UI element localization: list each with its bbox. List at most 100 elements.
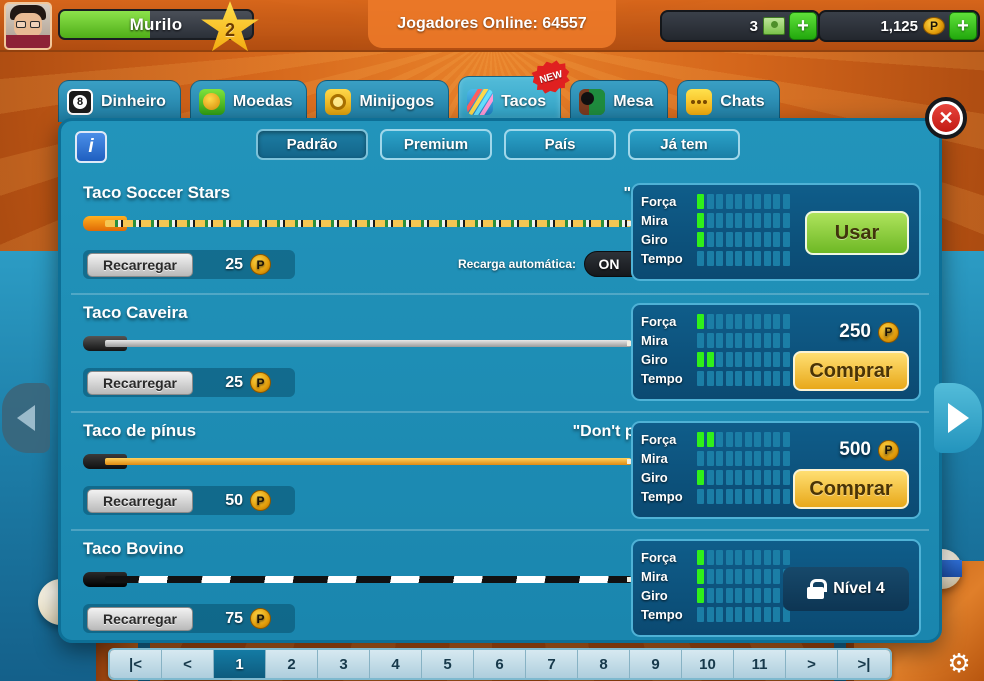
stat-label: Força — [641, 432, 677, 447]
stat-row-forca: Força — [641, 430, 790, 449]
filter-tab-1[interactable]: Premium — [380, 129, 492, 160]
cue-name: Taco Bovino — [83, 539, 184, 558]
stat-segment — [697, 213, 704, 228]
filter-tab-0[interactable]: Padrão — [256, 129, 368, 160]
tab-minijogos[interactable]: Minijogos — [316, 80, 450, 122]
stat-segment — [773, 314, 780, 329]
stat-segment — [725, 451, 733, 466]
prev-arrow-button[interactable] — [2, 383, 50, 453]
stat-segment — [763, 470, 771, 485]
stat-row-tempo: Tempo — [641, 249, 790, 268]
cue-name: Taco Soccer Stars — [83, 183, 231, 202]
coins-balance[interactable]: 1,125 + — [818, 10, 980, 42]
stat-segment — [773, 213, 780, 228]
recharge-button[interactable]: Recarregar — [87, 252, 193, 277]
table-icon — [579, 88, 606, 115]
price-value: 250 — [839, 321, 871, 342]
recharge-button[interactable]: Recarregar — [87, 606, 193, 631]
recharge-section: Recarregar 25 — [83, 368, 295, 397]
stat-segment — [754, 588, 761, 603]
cue-row[interactable]: Taco Bovino"Moo!"50/50Recarregar75ForçaM… — [71, 529, 929, 641]
stat-segment — [782, 232, 790, 247]
stat-segment — [754, 607, 761, 622]
stat-segment — [706, 588, 714, 603]
cue-stats-panel: Força Mira Giro Tempo 500 Comprar — [631, 421, 921, 519]
pagination-item-2[interactable]: 1 — [214, 650, 266, 678]
stat-segment — [716, 232, 723, 247]
pagination-item-6[interactable]: 5 — [422, 650, 474, 678]
stat-segment — [735, 569, 742, 584]
stat-segment — [744, 588, 752, 603]
stat-segment — [706, 607, 714, 622]
add-cash-button[interactable]: + — [789, 12, 817, 40]
cue-row[interactable]: Taco Caveira"Cracking!"50/50Recarregar25… — [71, 293, 929, 405]
coin-icon — [878, 321, 899, 343]
pagination-item-12[interactable]: 11 — [734, 650, 786, 678]
stat-label: Força — [641, 550, 677, 565]
use-button[interactable]: Usar — [805, 211, 909, 255]
pagination-item-0[interactable]: |< — [110, 650, 162, 678]
pagination-item-8[interactable]: 7 — [526, 650, 578, 678]
avatar-glasses-left — [16, 21, 26, 28]
close-button[interactable]: ✕ — [925, 97, 967, 139]
filter-tab-3[interactable]: Já tem — [628, 129, 740, 160]
avatar-glasses-right — [30, 21, 40, 28]
pagination-item-10[interactable]: 9 — [630, 650, 682, 678]
pagination-item-1[interactable]: < — [162, 650, 214, 678]
pagination-item-3[interactable]: 2 — [266, 650, 318, 678]
cue-row[interactable]: Taco Soccer Stars"Goaaaaaal!"50/50Recarr… — [71, 175, 929, 287]
pagination-item-5[interactable]: 4 — [370, 650, 422, 678]
recharge-section: Recarregar 75 — [83, 604, 295, 633]
avatar[interactable] — [4, 2, 52, 50]
stat-segment — [773, 194, 780, 209]
cash-balance[interactable]: 3 + — [660, 10, 820, 42]
cue-graphic — [83, 449, 633, 473]
chat-dot — [703, 99, 708, 104]
stat-segment — [763, 607, 771, 622]
tab-dinheiro[interactable]: 8 Dinheiro — [58, 80, 181, 122]
settings-gear-icon[interactable]: ⚙ — [944, 648, 974, 678]
stat-segment — [754, 232, 761, 247]
info-icon[interactable]: i — [75, 131, 107, 163]
stat-label: Força — [641, 314, 677, 329]
filter-tab-2[interactable]: País — [504, 129, 616, 160]
stat-segment — [697, 352, 704, 367]
next-arrow-button[interactable] — [934, 383, 982, 453]
recharge-button[interactable]: Recarregar — [87, 370, 193, 395]
stat-rows: Força Mira Giro Tempo — [641, 548, 790, 624]
tab-mesa[interactable]: Mesa — [570, 80, 669, 122]
pagination-item-11[interactable]: 10 — [682, 650, 734, 678]
coin-icon — [250, 372, 271, 393]
stat-rows: Força Mira Giro Tempo — [641, 430, 790, 506]
pagination-item-4[interactable]: 3 — [318, 650, 370, 678]
stat-segment — [744, 333, 752, 348]
stat-segment — [773, 550, 780, 565]
recharge-cost: 75 — [225, 608, 271, 629]
cue-row[interactable]: Taco de pínus"Don't pine for me!"50/50Re… — [71, 411, 929, 523]
pagination-item-13[interactable]: > — [786, 650, 838, 678]
cue-stats-panel: Força Mira Giro Tempo Nível 4 — [631, 539, 921, 637]
recharge-cost-value: 25 — [225, 255, 243, 273]
buy-button[interactable]: Comprar — [793, 351, 909, 391]
tab-chats[interactable]: Chats — [677, 80, 780, 122]
stat-segment — [697, 470, 704, 485]
tab-tacos[interactable]: Tacos NEW — [458, 76, 561, 122]
pagination-item-7[interactable]: 6 — [474, 650, 526, 678]
stat-bars — [697, 550, 790, 565]
stat-label: Giro — [641, 232, 668, 247]
unlock-level-label: Nível 4 — [833, 580, 885, 597]
add-coins-button[interactable]: + — [949, 12, 977, 40]
stat-segment — [706, 194, 714, 209]
recharge-button[interactable]: Recarregar — [87, 488, 193, 513]
stat-segment — [763, 371, 771, 386]
buy-button[interactable]: Comprar — [793, 469, 909, 509]
pagination-item-9[interactable]: 8 — [578, 650, 630, 678]
minigames-icon-inner — [330, 93, 347, 110]
recharge-cost: 50 — [225, 490, 271, 511]
stat-label: Tempo — [641, 371, 683, 386]
pagination-item-14[interactable]: >| — [838, 650, 890, 678]
close-icon: ✕ — [932, 104, 960, 132]
stat-segment — [697, 451, 704, 466]
tab-moedas[interactable]: Moedas — [189, 80, 308, 122]
stat-segment — [782, 213, 790, 228]
